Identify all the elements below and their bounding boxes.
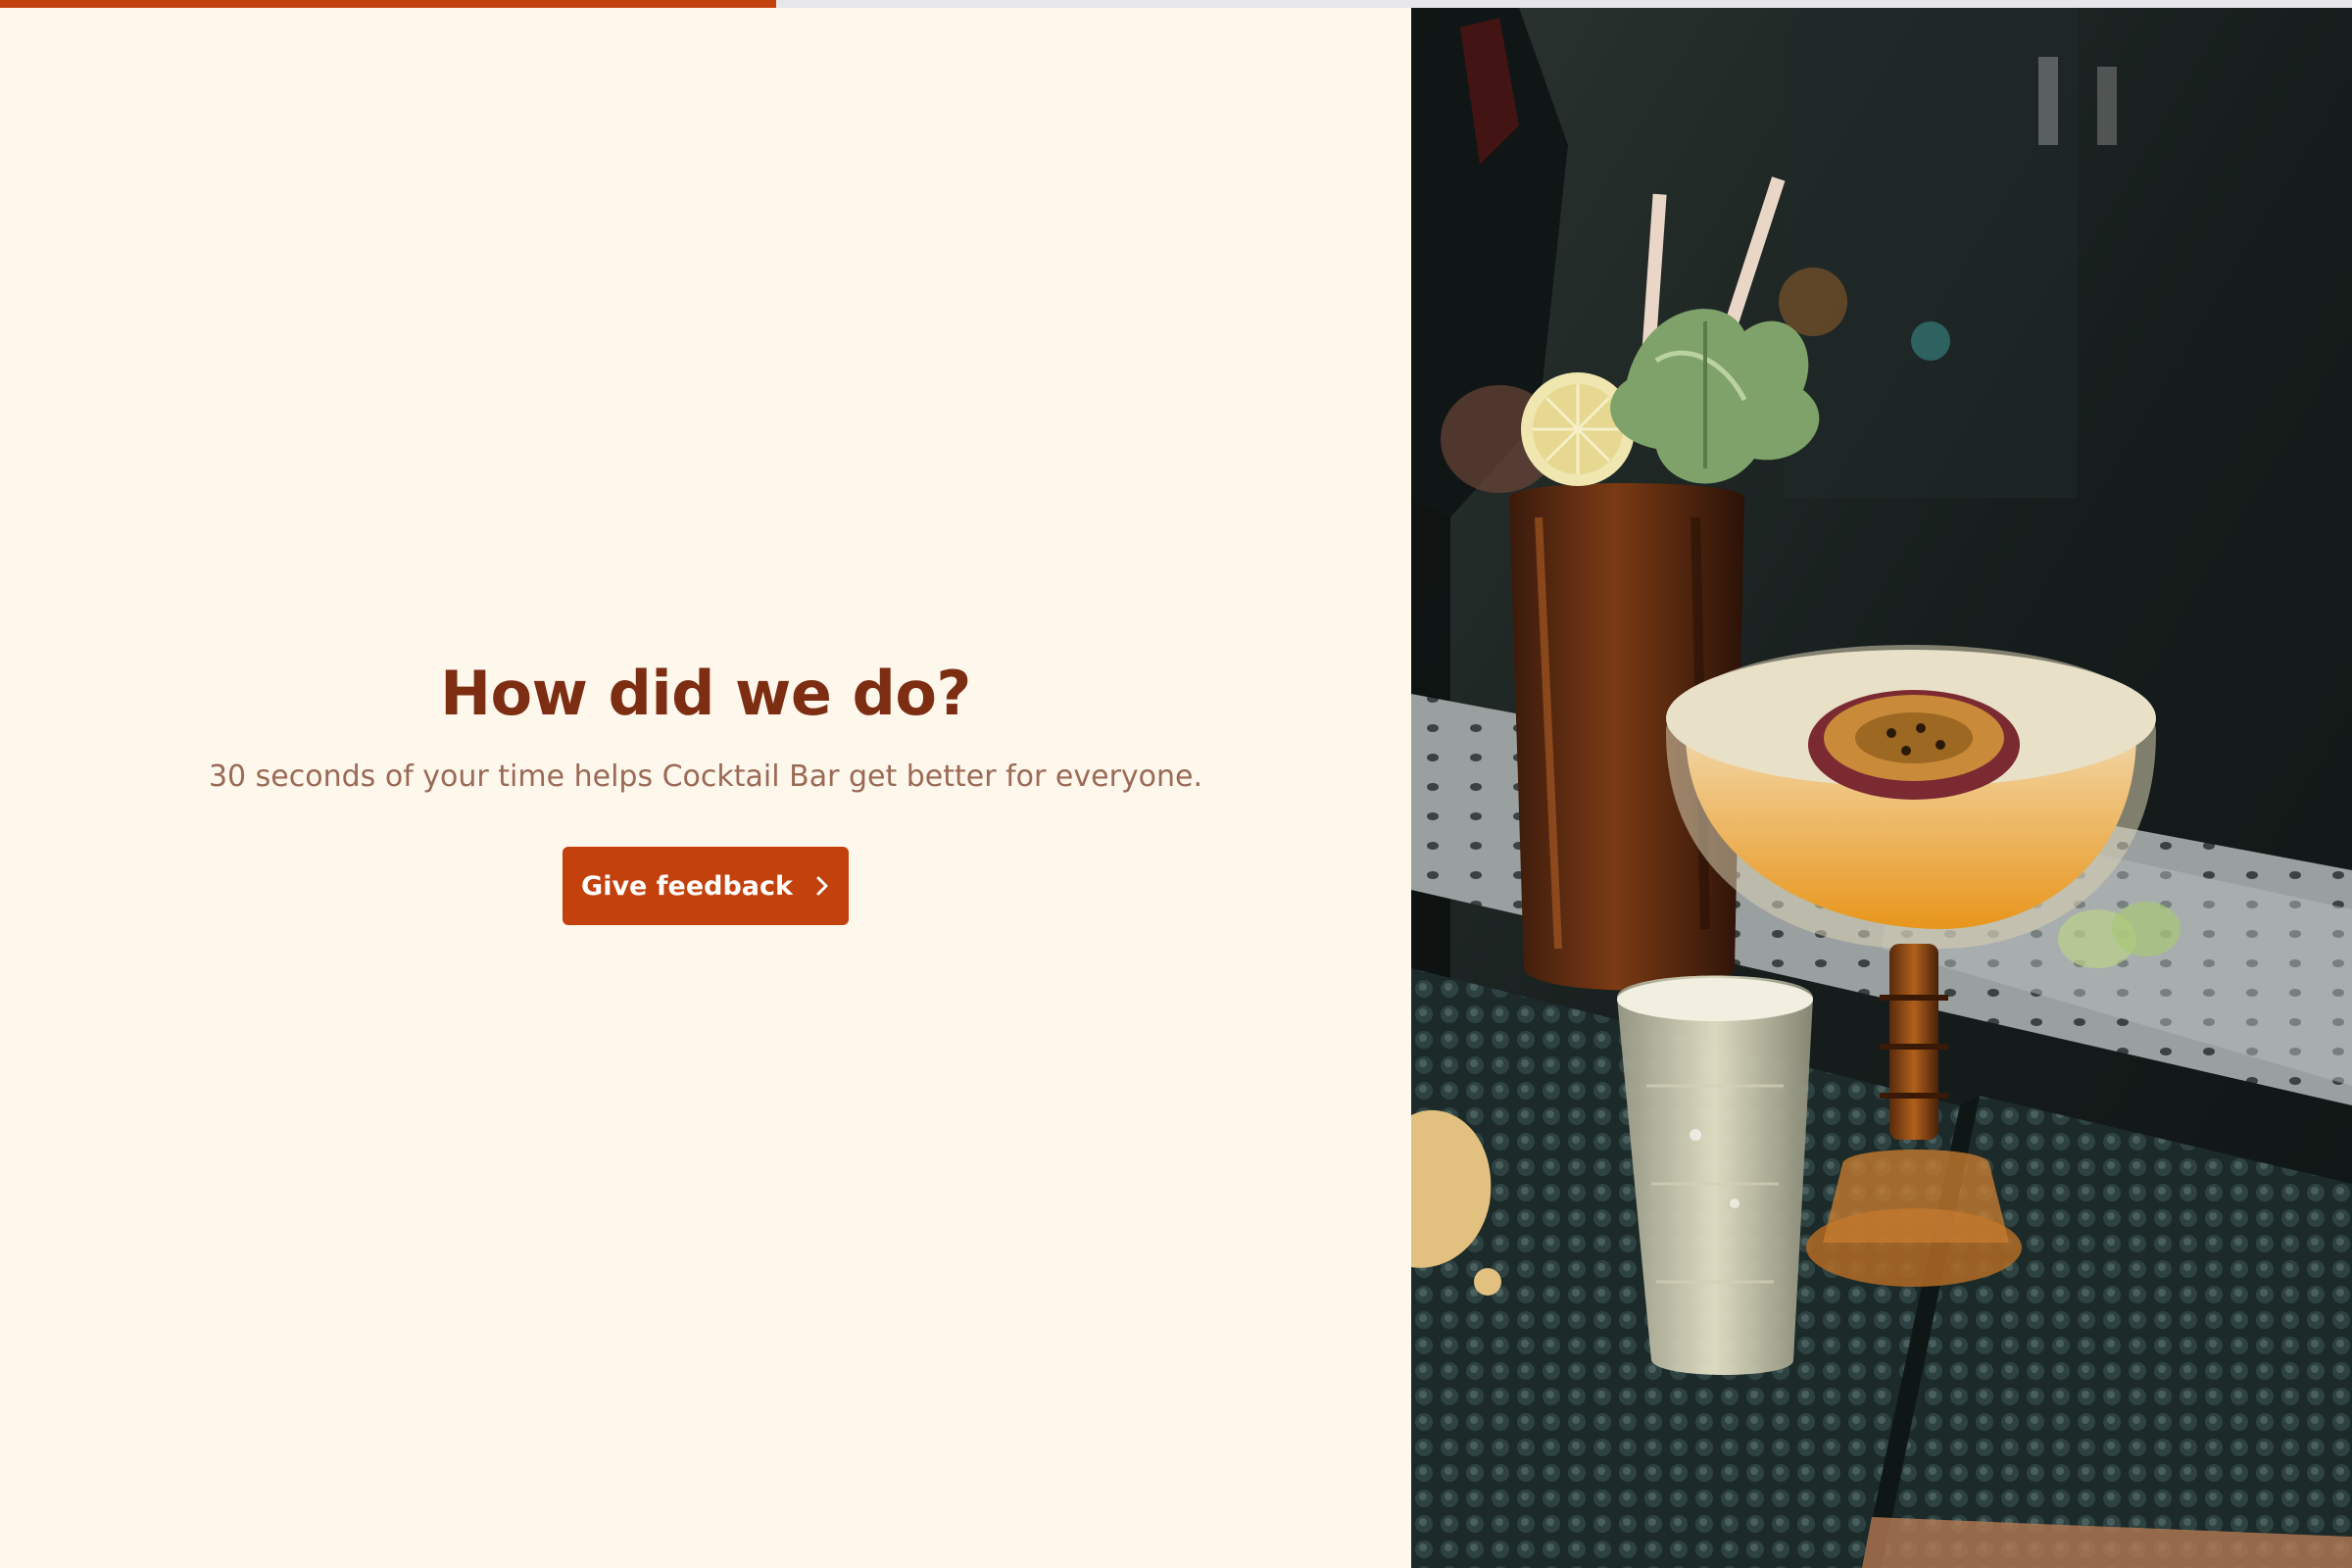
chevron-right-icon	[814, 874, 830, 898]
progress-bar-fill	[0, 0, 776, 8]
intro-content: How did we do? 30 seconds of your time h…	[0, 655, 1411, 925]
progress-bar	[0, 0, 2352, 8]
page-subtitle: 30 seconds of your time helps Cocktail B…	[208, 760, 1203, 794]
intro-panel: How did we do? 30 seconds of your time h…	[0, 8, 1411, 1568]
cocktail-photo	[1411, 8, 2352, 1568]
hero-image	[1411, 8, 2352, 1568]
give-feedback-button-label: Give feedback	[581, 870, 793, 902]
give-feedback-button[interactable]: Give feedback	[563, 847, 849, 925]
page-title: How did we do?	[440, 658, 971, 729]
